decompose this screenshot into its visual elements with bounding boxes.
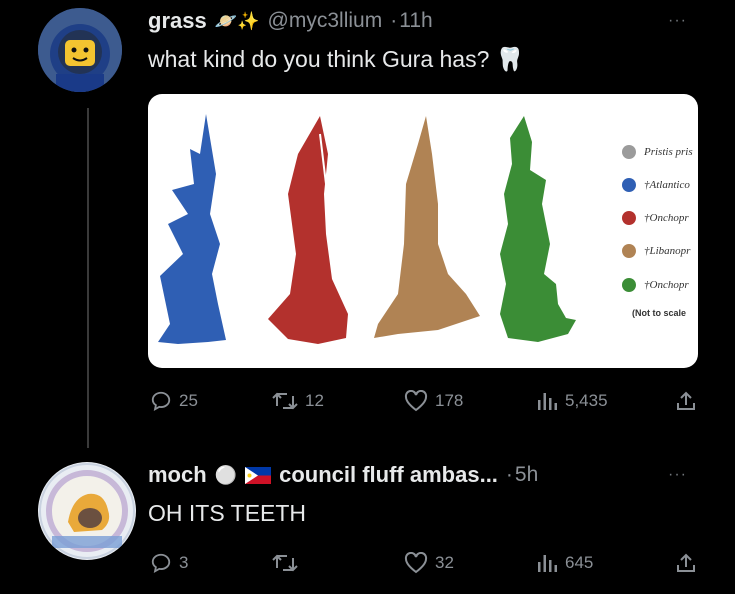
legend-item: †Onchopr xyxy=(622,211,689,225)
reply-icon xyxy=(151,391,171,412)
tweet-text: what kind do you think Gura has? xyxy=(148,46,490,72)
legend-item: †Onchopr xyxy=(622,278,689,292)
heart-icon xyxy=(404,390,428,412)
legend-dot xyxy=(622,211,636,225)
reply-separator: · xyxy=(505,463,513,486)
badge-avatar-icon xyxy=(39,463,135,559)
legend-label: †Onchopr xyxy=(644,279,689,291)
retweet-count: 12 xyxy=(305,391,324,410)
tooth-emoji: 🦷 xyxy=(495,46,525,72)
view-count: 5,435 xyxy=(565,391,608,410)
reply-icon xyxy=(151,553,171,574)
reply-text: OH ITS TEETH xyxy=(148,500,307,526)
reply-share-button[interactable] xyxy=(675,552,697,574)
tweet-image[interactable] xyxy=(148,94,698,368)
reply-views-button[interactable]: 645 xyxy=(536,552,593,574)
green-tooth-shape xyxy=(500,116,576,342)
views-icon xyxy=(538,393,557,410)
legend-label: †Atlantico xyxy=(644,179,690,191)
author-handle[interactable]: @myc3llium xyxy=(268,9,383,33)
reply-avatar[interactable] xyxy=(38,462,136,560)
retweet-icon xyxy=(272,554,298,572)
legend-label: Pristis pris xyxy=(644,146,693,158)
tan-tooth-shape xyxy=(374,116,480,338)
thread-line xyxy=(87,108,89,448)
like-button[interactable]: 178 xyxy=(404,390,463,412)
legend-dot xyxy=(622,145,636,159)
views-icon xyxy=(538,555,557,572)
retweet-button[interactable]: 12 xyxy=(272,390,324,412)
legend-label: †Libanopr xyxy=(644,245,691,257)
reply-like-button[interactable]: 32 xyxy=(404,552,454,574)
reply-timestamp[interactable]: 5h xyxy=(515,463,538,487)
reply-count: 25 xyxy=(179,391,198,410)
reply-like-count: 32 xyxy=(435,553,454,572)
reply-view-count: 645 xyxy=(565,553,594,572)
teeth-illustration xyxy=(158,114,576,344)
share-icon xyxy=(677,553,695,572)
reply-display-name[interactable]: council fluff ambas... xyxy=(279,462,498,488)
reply-reply-count: 3 xyxy=(179,553,189,572)
reply-name-emoji: ⚪ xyxy=(214,464,238,485)
red-tooth-shape xyxy=(268,116,348,344)
like-count: 178 xyxy=(435,391,464,410)
timestamp[interactable]: 11h xyxy=(399,9,432,33)
reply-button[interactable]: 25 xyxy=(150,390,198,412)
reply-author-name[interactable]: moch xyxy=(148,462,207,488)
legend-dot xyxy=(622,278,636,292)
legend-item: †Libanopr xyxy=(622,244,690,258)
philippines-flag-icon xyxy=(245,466,272,484)
share-button[interactable] xyxy=(675,390,697,412)
legend-dot xyxy=(622,178,636,192)
avatar[interactable] xyxy=(38,8,122,92)
views-button[interactable]: 5,435 xyxy=(536,390,608,412)
retweet-icon xyxy=(272,392,298,410)
reply-more-options-icon[interactable]: ··· xyxy=(668,466,687,484)
name-emoji: 🪐✨ xyxy=(214,10,260,31)
legend-label: †Onchopr xyxy=(644,212,689,224)
share-icon xyxy=(677,391,695,410)
scale-note: (Not to scale xyxy=(632,308,687,318)
astronaut-avatar-icon xyxy=(38,8,122,92)
legend-dot xyxy=(622,244,636,258)
blue-tooth-shape xyxy=(158,114,226,344)
more-options-icon[interactable]: ··· xyxy=(668,12,687,30)
legend-item: Pristis pris xyxy=(622,145,693,159)
reply-reply-button[interactable]: 3 xyxy=(150,552,188,574)
legend-item: †Atlantico xyxy=(622,178,690,192)
reply-retweet-button[interactable] xyxy=(272,552,305,574)
heart-icon xyxy=(404,552,428,574)
separator: · xyxy=(390,9,398,32)
author-name[interactable]: grass xyxy=(148,8,207,34)
